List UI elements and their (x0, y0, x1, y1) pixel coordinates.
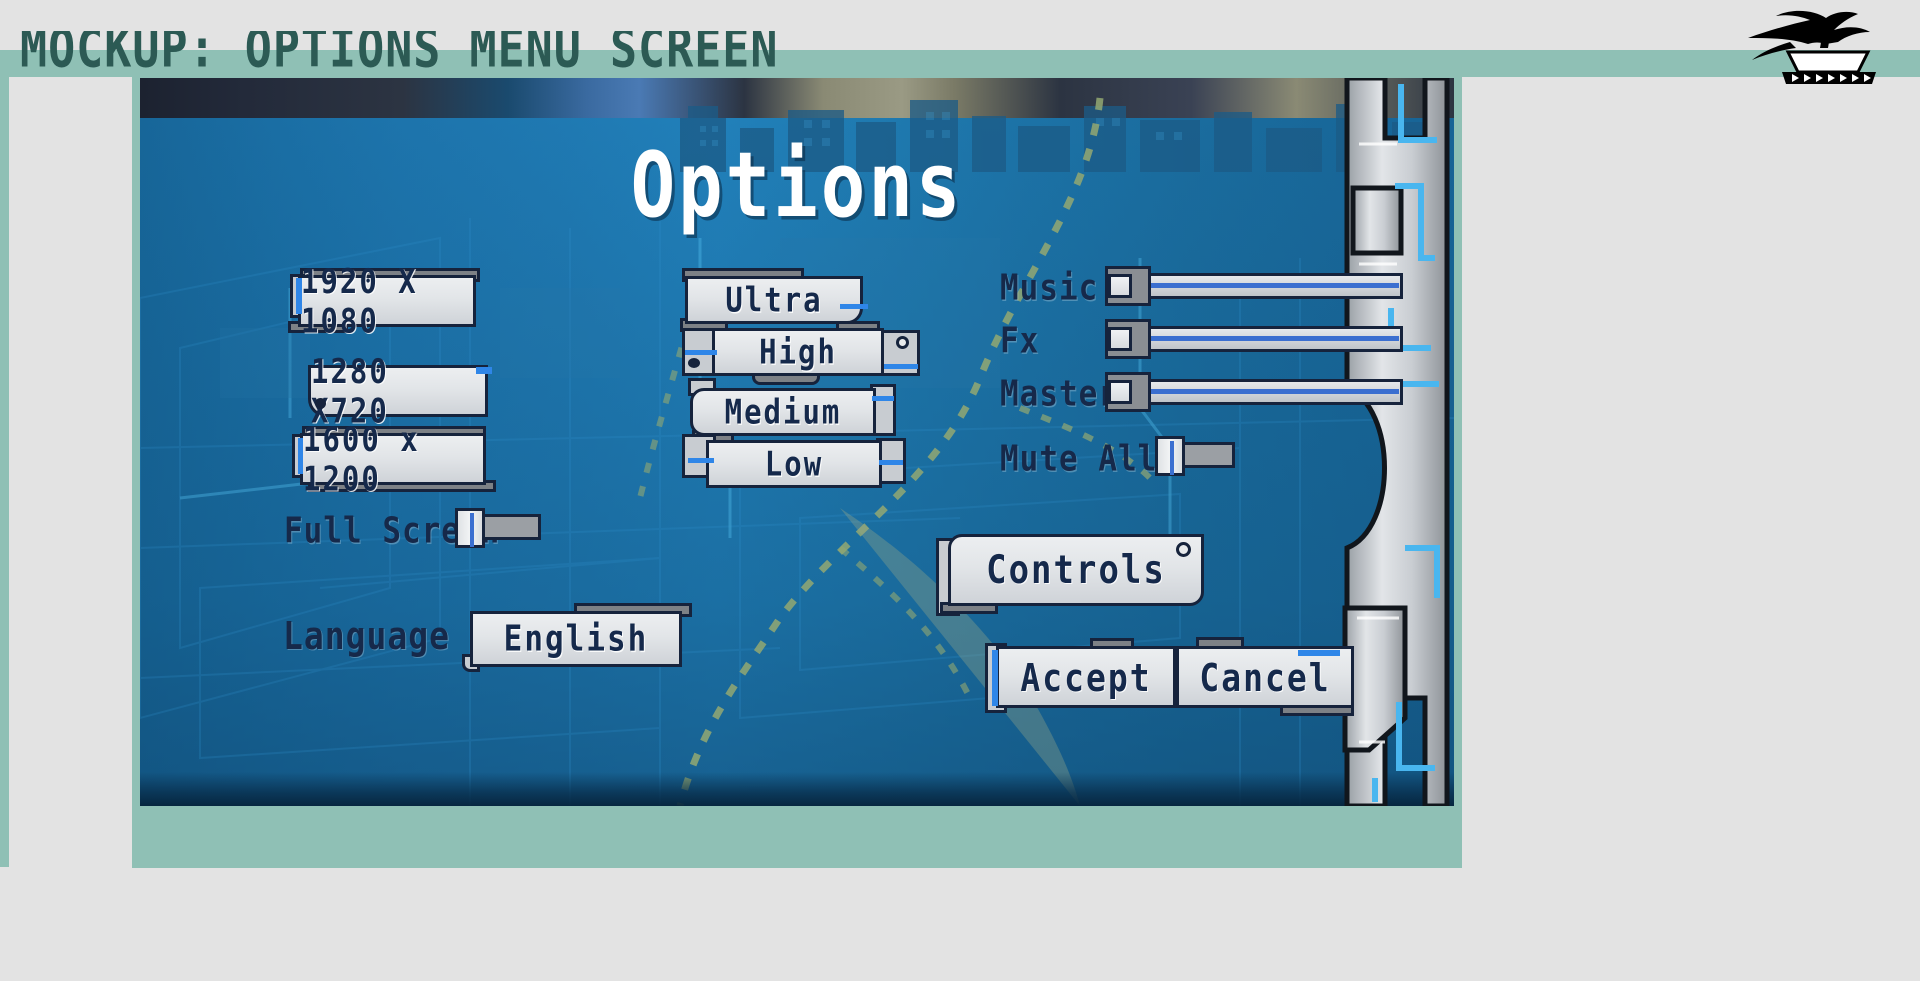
controls-button[interactable]: Controls (948, 534, 1204, 606)
accept-button[interactable]: Accept (996, 646, 1176, 708)
fullscreen-knob-line (470, 513, 474, 547)
quality-option-medium[interactable]: Medium (690, 388, 876, 436)
quality-high-cyan-right (884, 364, 918, 369)
cancel-cyan-accent (1298, 650, 1340, 656)
res-1-dot-decor (315, 398, 326, 409)
quality-option-label: Ultra (725, 280, 823, 320)
quality-low-cyan-right (879, 460, 903, 465)
background-ground-shadow (140, 772, 1454, 806)
res-0-cyan-accent (296, 278, 302, 314)
resolution-option-label: 1600 x 1200 (303, 419, 420, 499)
title-top-mask (0, 0, 1920, 31)
quality-high-cyan-left (685, 350, 717, 355)
resolution-option-1600x1200[interactable]: 1600 x 1200 (300, 420, 486, 498)
page-title: Options (630, 133, 964, 238)
quality-high-dot-left (688, 358, 700, 368)
quality-medium-cyan-accent (872, 396, 894, 401)
quality-option-label: Medium (724, 392, 842, 432)
accept-button-label: Accept (1020, 654, 1152, 700)
controls-dot-decor (1176, 542, 1191, 557)
quality-ultra-cyan-accent (840, 304, 868, 309)
language-select[interactable]: English (470, 611, 682, 667)
fullscreen-toggle-track (479, 514, 541, 540)
slider-master-fill (1141, 389, 1399, 394)
slider-music[interactable] (1105, 266, 1405, 306)
mute-all-knob-line (1170, 441, 1174, 475)
controls-button-label: Controls (986, 546, 1166, 594)
accept-cyan-accent (992, 650, 998, 706)
resolution-option-1280x720[interactable]: 1280 X720 (308, 352, 488, 430)
slider-master-knob[interactable] (1108, 380, 1132, 404)
mute-all-toggle-track (1179, 442, 1235, 468)
fullscreen-toggle-knob[interactable] (455, 508, 485, 548)
mute-all-toggle-knob[interactable] (1155, 436, 1185, 476)
slider-label-fx: Fx (1000, 320, 1040, 362)
quality-option-label: High (759, 332, 837, 372)
options-menu-screen: Options 1920 X 1080 1280 X720 1600 x 120… (140, 78, 1454, 806)
quality-option-low[interactable]: Low (706, 440, 882, 488)
resolution-option-1920x1080[interactable]: 1920 X 1080 (298, 262, 476, 340)
left-teal-rail (0, 77, 9, 867)
quality-option-ultra[interactable]: Ultra (685, 276, 863, 324)
slider-fx[interactable] (1105, 319, 1405, 359)
quality-low-cyan-left (688, 458, 714, 463)
slider-music-knob[interactable] (1108, 274, 1132, 298)
fullscreen-toggle[interactable] (455, 508, 541, 548)
mute-all-toggle[interactable] (1155, 436, 1235, 476)
resolution-option-label: 1920 X 1080 (301, 261, 418, 341)
slider-label-master: Master (1000, 373, 1118, 415)
slider-label-music: Music (1000, 267, 1099, 309)
slider-fx-knob[interactable] (1108, 327, 1132, 351)
quality-high-dot-right (896, 336, 909, 349)
quality-option-high[interactable]: High (712, 328, 884, 376)
slider-music-fill (1141, 283, 1399, 288)
language-label: Language (283, 612, 450, 659)
bonsai-tree-logo (1748, 10, 1876, 84)
slider-master[interactable] (1105, 372, 1405, 412)
res-1-cyan-accent (476, 367, 492, 374)
mute-all-label: Mute All (1000, 438, 1158, 480)
res-2-cyan-accent (298, 438, 303, 474)
slider-fx-fill (1141, 336, 1399, 341)
language-value: English (503, 618, 649, 660)
cancel-button-label: Cancel (1199, 654, 1331, 700)
quality-option-label: Low (764, 444, 824, 484)
